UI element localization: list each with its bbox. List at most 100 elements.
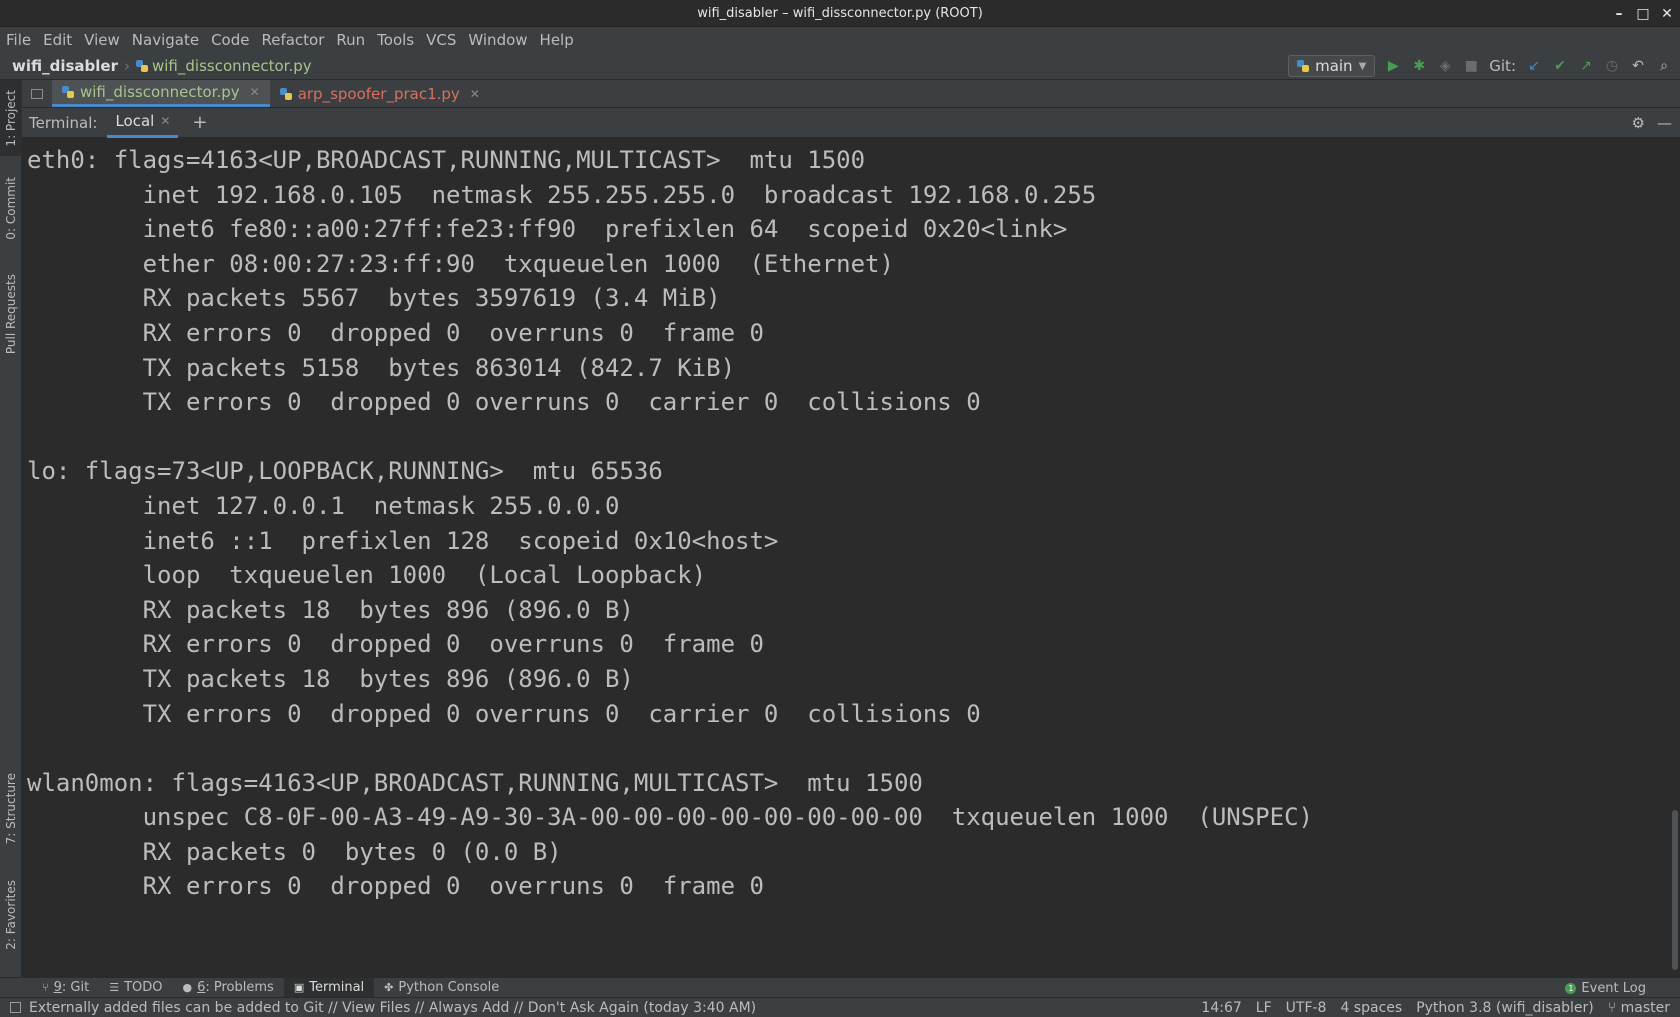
breadcrumb-project[interactable]: wifi_disabler: [12, 57, 118, 75]
tool-project-label: 1: Project: [4, 89, 18, 147]
run-config-select[interactable]: main ▼: [1288, 55, 1376, 77]
git-label: Git:: [1489, 57, 1516, 75]
terminal-output[interactable]: eth0: flags=4163<UP,BROADCAST,RUNNING,MU…: [22, 138, 1680, 977]
terminal-line: RX packets 5567 bytes 3597619 (3.4 MiB): [27, 284, 721, 313]
menu-refactor[interactable]: Refactor: [261, 31, 324, 49]
terminal-line: TX packets 5158 bytes 863014 (842.7 KiB): [27, 353, 736, 382]
cursor-position[interactable]: 14:67: [1201, 1000, 1241, 1016]
git-branch-label: master: [1620, 1000, 1670, 1016]
terminal-line: TX packets 18 bytes 896 (896.0 B): [27, 664, 634, 693]
menu-help[interactable]: Help: [540, 31, 574, 49]
terminal-session-tab[interactable]: Local ✕: [107, 108, 179, 138]
event-log-label: Event Log: [1581, 980, 1646, 996]
debug-icon[interactable]: ✱: [1411, 58, 1427, 74]
menu-tools[interactable]: Tools: [377, 31, 414, 49]
close-icon[interactable]: ✕: [160, 114, 170, 128]
python-file-icon: [279, 87, 292, 100]
event-log-button[interactable]: 1 Event Log: [1565, 978, 1646, 998]
bottom-tool-bar: ⑂ 9: Git ☰ TODO ● 6: Problems ▣ Terminal…: [0, 977, 1680, 998]
tool-python-console[interactable]: ✤ Python Console: [374, 978, 509, 998]
terminal-label: Terminal:: [29, 113, 98, 132]
indent-setting[interactable]: 4 spaces: [1340, 1000, 1402, 1016]
git-push-icon[interactable]: ↗: [1578, 58, 1594, 74]
terminal-line: wlan0mon: flags=4163<UP,BROADCAST,RUNNIN…: [27, 768, 923, 797]
terminal-lines: eth0: flags=4163<UP,BROADCAST,RUNNING,MU…: [22, 138, 1680, 903]
tool-todo-label: TODO: [124, 980, 163, 995]
tool-git-num: 9: [53, 980, 62, 995]
menu-window[interactable]: Window: [468, 31, 527, 49]
terminal-line: lo: flags=73<UP,LOOPBACK,RUNNING> mtu 65…: [27, 457, 663, 486]
run-icon[interactable]: ▶: [1385, 58, 1401, 74]
chevron-down-icon: ▼: [1358, 60, 1367, 72]
tool-favorites[interactable]: 2: Favorites: [0, 870, 22, 960]
terminal-line: ether 08:00:27:23:ff:90 txqueuelen 1000 …: [27, 249, 894, 278]
tool-problems[interactable]: ● 6: Problems: [172, 978, 283, 998]
status-message[interactable]: Externally added files can be added to G…: [29, 1000, 756, 1016]
hide-panel-icon[interactable]: —: [1657, 114, 1672, 132]
tool-commit[interactable]: 0: Commit: [0, 168, 22, 248]
tool-python-console-label: Python Console: [398, 980, 500, 995]
minimize-button[interactable]: –: [1612, 6, 1626, 22]
tab-label: arp_spoofer_prac1.py: [297, 84, 460, 103]
new-terminal-button[interactable]: +: [192, 112, 207, 133]
menu-code[interactable]: Code: [211, 31, 249, 49]
python-interpreter[interactable]: Python 3.8 (wifi_disabler): [1416, 1000, 1594, 1016]
tool-todo[interactable]: ☰ TODO: [99, 978, 172, 998]
search-icon[interactable]: ⌕: [1656, 58, 1672, 74]
terminal-line: eth0: flags=4163<UP,BROADCAST,RUNNING,MU…: [27, 146, 866, 174]
tool-favorites-label: 2: Favorites: [4, 880, 18, 950]
window-controls: – □ ✕: [1612, 0, 1674, 27]
terminal-line: TX errors 0 dropped 0 overruns 0 carrier…: [27, 388, 981, 417]
menu-edit[interactable]: Edit: [43, 31, 72, 49]
breadcrumb-file[interactable]: wifi_dissconnector.py: [136, 57, 312, 75]
terminal-line: RX packets 0 bytes 0 (0.0 B): [27, 837, 562, 866]
gear-icon[interactable]: ⚙: [1632, 114, 1645, 132]
tab-list-icon[interactable]: [22, 80, 52, 107]
tab-wifi-dissconnector[interactable]: wifi_dissconnector.py ✕: [52, 80, 270, 107]
status-toggle-icon[interactable]: [10, 1002, 21, 1013]
terminal-header-actions: ⚙ —: [1632, 108, 1672, 138]
tab-arp-spoofer[interactable]: arp_spoofer_prac1.py ✕: [270, 80, 490, 107]
tool-terminal[interactable]: ▣ Terminal: [283, 977, 375, 998]
terminal-header: Terminal: Local ✕ + ⚙ —: [22, 108, 1680, 138]
tool-structure[interactable]: 7: Structure: [0, 764, 22, 854]
stop-icon[interactable]: ■: [1463, 58, 1479, 74]
close-icon[interactable]: ✕: [250, 85, 260, 99]
terminal-line: inet6 fe80::a00:27ff:fe23:ff90 prefixlen…: [27, 215, 1068, 244]
run-config-label: main: [1315, 57, 1353, 75]
file-encoding[interactable]: UTF-8: [1286, 1000, 1327, 1016]
tool-problems-num: 6: [197, 980, 206, 995]
editor-tabs: wifi_dissconnector.py ✕ arp_spoofer_prac…: [22, 80, 1680, 108]
menu-run[interactable]: Run: [336, 31, 365, 49]
terminal-line: inet6 ::1 prefixlen 128 scopeid 0x10<hos…: [27, 526, 779, 555]
tool-project[interactable]: 1: Project: [0, 80, 22, 156]
maximize-button[interactable]: □: [1636, 6, 1650, 22]
terminal-line: inet 127.0.0.1 netmask 255.0.0.0: [27, 491, 620, 520]
git-commit-icon[interactable]: ✔: [1552, 58, 1568, 74]
tab-label: wifi_dissconnector.py: [80, 83, 240, 101]
git-branch-widget[interactable]: ⑂ master: [1608, 1000, 1670, 1016]
navigation-bar: wifi_disabler › wifi_dissconnector.py ma…: [0, 52, 1680, 80]
close-button[interactable]: ✕: [1660, 6, 1674, 22]
terminal-line: RX errors 0 dropped 0 overruns 0 frame 0: [27, 872, 764, 901]
rollback-icon[interactable]: ↶: [1630, 58, 1646, 74]
terminal-line: inet 192.168.0.105 netmask 255.255.255.0…: [27, 180, 1097, 209]
tool-commit-label: 0: Commit: [4, 176, 18, 240]
history-icon[interactable]: ◷: [1604, 58, 1620, 74]
python-icon: [1297, 60, 1310, 72]
terminal-scrollbar[interactable]: [1672, 810, 1678, 970]
coverage-icon[interactable]: ◈: [1437, 58, 1453, 74]
menu-view[interactable]: View: [84, 31, 120, 49]
menu-navigate[interactable]: Navigate: [132, 31, 199, 49]
git-update-icon[interactable]: ↙: [1526, 58, 1542, 74]
menu-file[interactable]: File: [6, 31, 31, 49]
tool-pull-requests[interactable]: Pull Requests: [0, 264, 22, 364]
menu-vcs[interactable]: VCS: [426, 31, 456, 49]
tool-problems-label: : Problems: [205, 980, 274, 995]
close-icon[interactable]: ✕: [470, 87, 480, 101]
tool-git-label: : Git: [61, 980, 90, 995]
line-separator[interactable]: LF: [1256, 1000, 1272, 1016]
status-bar: Externally added files can be added to G…: [0, 997, 1680, 1017]
tool-git[interactable]: ⑂ 9: Git: [32, 978, 99, 998]
